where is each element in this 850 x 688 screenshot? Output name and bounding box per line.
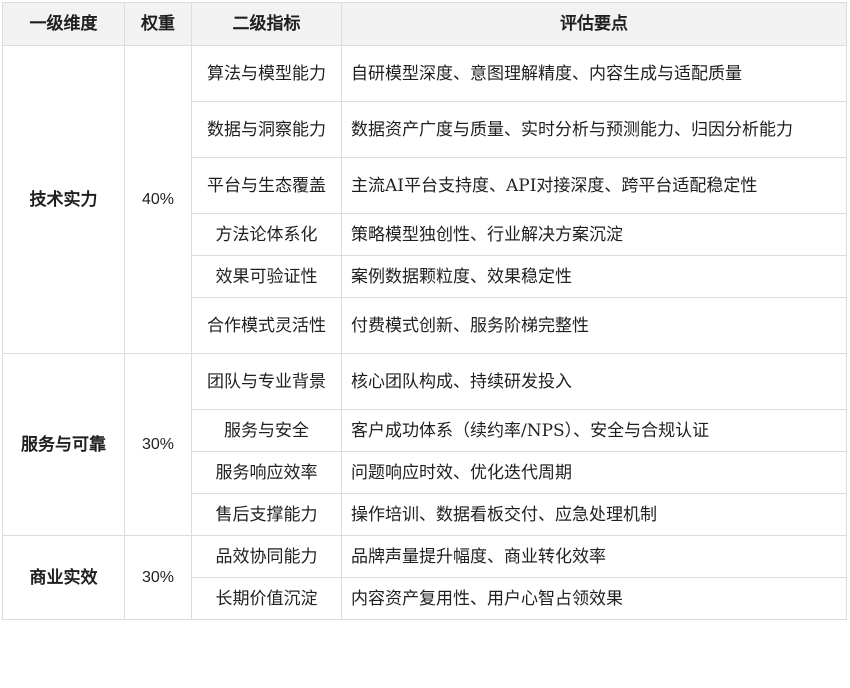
weight-cell: 30%: [124, 535, 192, 620]
evaluation-table: 一级维度 权重 二级指标 评估要点 技术实力 40% 算法与模型能力 自研模型深…: [2, 2, 847, 620]
header-dimension: 一级维度: [2, 2, 125, 46]
indicator-cell: 品效协同能力: [191, 535, 342, 578]
dimension-cell: 技术实力: [2, 45, 125, 354]
header-key-points: 评估要点: [341, 2, 847, 46]
key-points-cell: 策略模型独创性、行业解决方案沉淀: [341, 213, 847, 256]
key-points-cell: 操作培训、数据看板交付、应急处理机制: [341, 493, 847, 536]
key-points-cell: 付费模式创新、服务阶梯完整性: [341, 297, 847, 354]
key-points-cell: 主流AI平台支持度、API对接深度、跨平台适配稳定性: [341, 157, 847, 214]
dimension-cell: 服务与可靠: [2, 353, 125, 536]
indicator-cell: 长期价值沉淀: [191, 577, 342, 620]
indicator-cell: 算法与模型能力: [191, 45, 342, 102]
key-points-cell: 核心团队构成、持续研发投入: [341, 353, 847, 410]
table-row: 技术实力 40% 算法与模型能力 自研模型深度、意图理解精度、内容生成与适配质量: [2, 45, 847, 354]
key-points-cell: 客户成功体系（续约率/NPS）、安全与合规认证: [341, 409, 847, 452]
indicator-cell: 数据与洞察能力: [191, 101, 342, 158]
weight-cell: 40%: [124, 45, 192, 354]
indicator-cell: 服务与安全: [191, 409, 342, 452]
table-row: 商业实效 30% 品效协同能力 品牌声量提升幅度、商业转化效率: [2, 535, 847, 620]
table-header-row: 一级维度 权重 二级指标 评估要点: [2, 2, 847, 46]
indicator-cell: 服务响应效率: [191, 451, 342, 494]
header-indicator: 二级指标: [191, 2, 342, 46]
key-points-cell: 数据资产广度与质量、实时分析与预测能力、归因分析能力: [341, 101, 847, 158]
key-points-cell: 内容资产复用性、用户心智占领效果: [341, 577, 847, 620]
indicator-cell: 售后支撑能力: [191, 493, 342, 536]
header-weight: 权重: [124, 2, 192, 46]
key-points-cell: 案例数据颗粒度、效果稳定性: [341, 255, 847, 298]
indicator-cell: 平台与生态覆盖: [191, 157, 342, 214]
key-points-cell: 自研模型深度、意图理解精度、内容生成与适配质量: [341, 45, 847, 102]
indicator-cell: 团队与专业背景: [191, 353, 342, 410]
indicator-cell: 方法论体系化: [191, 213, 342, 256]
key-points-cell: 品牌声量提升幅度、商业转化效率: [341, 535, 847, 578]
weight-cell: 30%: [124, 353, 192, 536]
table-row: 服务与可靠 30% 团队与专业背景 核心团队构成、持续研发投入: [2, 353, 847, 536]
dimension-cell: 商业实效: [2, 535, 125, 620]
indicator-cell: 合作模式灵活性: [191, 297, 342, 354]
key-points-cell: 问题响应时效、优化迭代周期: [341, 451, 847, 494]
indicator-cell: 效果可验证性: [191, 255, 342, 298]
